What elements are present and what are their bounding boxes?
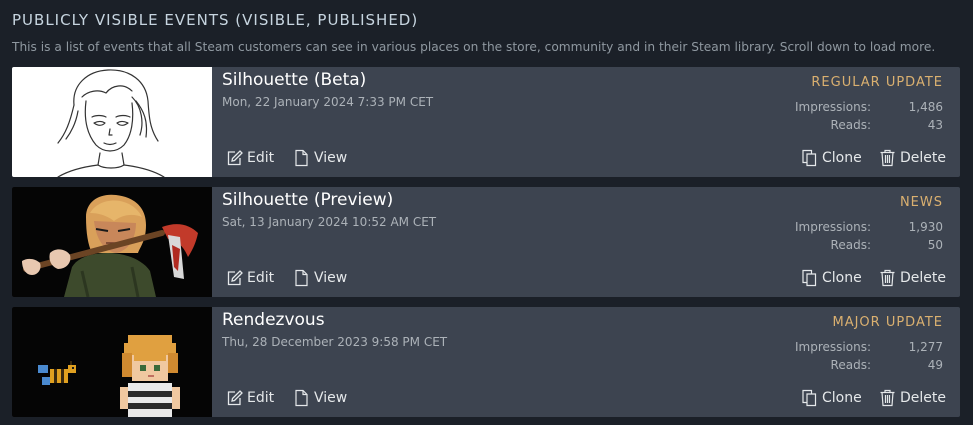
event-stats: Impressions: 1,930 Reads: 50 bbox=[795, 219, 943, 253]
event-date: Sat, 13 January 2024 10:52 AM CET bbox=[222, 215, 437, 229]
edit-button[interactable]: Edit bbox=[226, 147, 274, 169]
clone-label: Clone bbox=[822, 270, 862, 286]
event-type-badge: MAJOR UPDATE bbox=[832, 315, 943, 330]
event-title[interactable]: Silhouette (Preview) bbox=[222, 190, 393, 210]
view-label: View bbox=[314, 150, 348, 166]
trash-icon bbox=[880, 269, 895, 287]
edit-label: Edit bbox=[247, 270, 275, 286]
impressions-label: Impressions: bbox=[795, 100, 871, 114]
copy-icon bbox=[802, 269, 817, 287]
delete-button[interactable]: Delete bbox=[879, 147, 946, 169]
document-icon bbox=[295, 269, 308, 287]
event-type-badge: REGULAR UPDATE bbox=[811, 75, 943, 90]
document-icon bbox=[295, 389, 308, 407]
event-card: Silhouette (Beta) Mon, 22 January 2024 7… bbox=[12, 67, 960, 177]
event-title[interactable]: Rendezvous bbox=[222, 310, 325, 330]
event-thumbnail[interactable] bbox=[12, 307, 212, 417]
event-card: Silhouette (Preview) Sat, 13 January 202… bbox=[12, 187, 960, 297]
reads-value: 50 bbox=[927, 238, 943, 252]
impressions-value: 1,930 bbox=[908, 220, 943, 234]
edit-icon bbox=[227, 270, 243, 286]
document-icon bbox=[295, 149, 308, 167]
view-button[interactable]: View bbox=[293, 267, 347, 289]
delete-label: Delete bbox=[900, 270, 946, 286]
section-description: This is a list of events that all Steam … bbox=[12, 40, 936, 54]
event-date: Mon, 22 January 2024 7:33 PM CET bbox=[222, 95, 434, 109]
event-thumbnail[interactable] bbox=[12, 67, 212, 177]
clone-label: Clone bbox=[822, 390, 862, 406]
event-stats: Impressions: 1,486 Reads: 43 bbox=[795, 99, 943, 133]
event-thumbnail[interactable] bbox=[12, 187, 212, 297]
clone-button[interactable]: Clone bbox=[801, 147, 862, 169]
edit-icon bbox=[227, 390, 243, 406]
trash-icon bbox=[880, 389, 895, 407]
copy-icon bbox=[802, 389, 817, 407]
section-title: PUBLICLY VISIBLE EVENTS (VISIBLE, PUBLIS… bbox=[12, 11, 419, 29]
reads-label: Reads: bbox=[830, 358, 871, 372]
delete-label: Delete bbox=[900, 390, 946, 406]
view-label: View bbox=[314, 390, 348, 406]
impressions-label: Impressions: bbox=[795, 220, 871, 234]
clone-button[interactable]: Clone bbox=[801, 387, 862, 409]
delete-label: Delete bbox=[900, 150, 946, 166]
reads-label: Reads: bbox=[830, 118, 871, 132]
event-type-badge: NEWS bbox=[899, 195, 943, 210]
clone-button[interactable]: Clone bbox=[801, 267, 862, 289]
view-button[interactable]: View bbox=[293, 387, 347, 409]
clone-label: Clone bbox=[822, 150, 862, 166]
delete-button[interactable]: Delete bbox=[879, 267, 946, 289]
edit-button[interactable]: Edit bbox=[226, 387, 274, 409]
edit-button[interactable]: Edit bbox=[226, 267, 274, 289]
reads-label: Reads: bbox=[830, 238, 871, 252]
impressions-value: 1,486 bbox=[908, 100, 943, 114]
trash-icon bbox=[880, 149, 895, 167]
event-stats: Impressions: 1,277 Reads: 49 bbox=[795, 339, 943, 373]
edit-icon bbox=[227, 150, 243, 166]
impressions-value: 1,277 bbox=[908, 340, 943, 354]
delete-button[interactable]: Delete bbox=[879, 387, 946, 409]
event-card: Rendezvous Thu, 28 December 2023 9:58 PM… bbox=[12, 307, 960, 417]
view-label: View bbox=[314, 270, 348, 286]
edit-label: Edit bbox=[247, 390, 275, 406]
event-title[interactable]: Silhouette (Beta) bbox=[222, 70, 366, 90]
view-button[interactable]: View bbox=[293, 147, 347, 169]
copy-icon bbox=[802, 149, 817, 167]
reads-value: 43 bbox=[927, 118, 943, 132]
impressions-label: Impressions: bbox=[795, 340, 871, 354]
event-date: Thu, 28 December 2023 9:58 PM CET bbox=[222, 335, 448, 349]
edit-label: Edit bbox=[247, 150, 275, 166]
reads-value: 49 bbox=[927, 358, 943, 372]
